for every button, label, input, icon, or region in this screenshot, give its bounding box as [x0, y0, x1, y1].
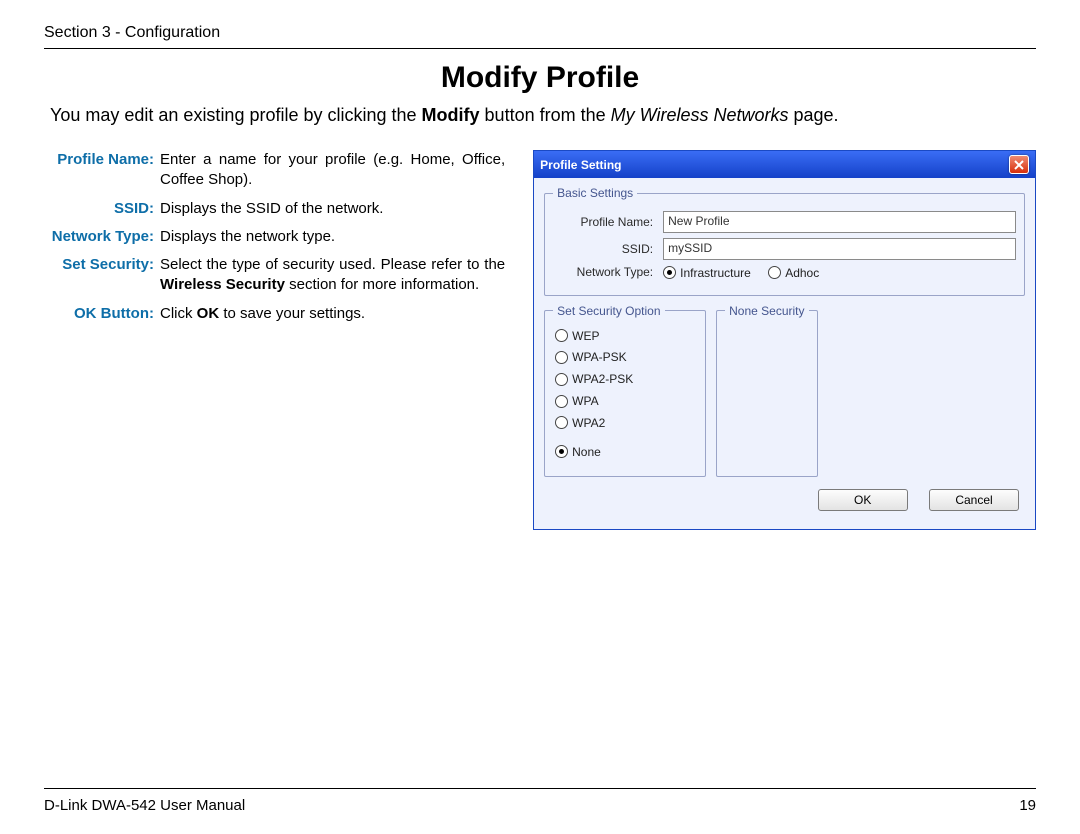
network-type-option[interactable]: Infrastructure — [680, 266, 751, 280]
def-desc-bold: OK — [197, 305, 220, 322]
network-type-radio-adhoc[interactable] — [768, 266, 781, 279]
intro-italic: My Wireless Networks — [611, 105, 789, 125]
close-icon — [1014, 160, 1024, 170]
section-header: Section 3 - Configuration — [44, 24, 1036, 42]
security-radio-wpa2[interactable] — [555, 416, 568, 429]
profile-setting-window: Profile Setting Basic Settings Profile N… — [533, 150, 1036, 530]
security-option[interactable]: WPA2 — [572, 416, 605, 430]
page-number: 19 — [1019, 797, 1036, 814]
cancel-button[interactable]: Cancel — [929, 489, 1019, 511]
def-desc: Displays the network type. — [160, 227, 505, 247]
intro-pre: You may edit an existing profile by clic… — [50, 105, 422, 125]
page-title: Modify Profile — [44, 61, 1036, 95]
def-ok-button: OK Button: Click OK to save your setting… — [50, 304, 505, 324]
def-desc-bold: Wireless Security — [160, 276, 285, 293]
def-desc-post: section for more information. — [285, 276, 479, 293]
def-label: OK Button: — [50, 304, 160, 324]
def-label: Profile Name: — [50, 150, 160, 191]
security-option[interactable]: WPA2-PSK — [572, 372, 633, 386]
security-option-group: Set Security Option WEP WPA-PSK WPA2-PSK… — [544, 304, 706, 477]
def-label: Network Type: — [50, 227, 160, 247]
basic-settings-legend: Basic Settings — [553, 186, 637, 200]
divider-top — [44, 48, 1036, 49]
intro-mid: button from the — [480, 105, 611, 125]
def-ssid: SSID: Displays the SSID of the network. — [50, 199, 505, 219]
security-detail-legend: None Security — [725, 304, 808, 318]
security-option[interactable]: WPA-PSK — [572, 350, 626, 364]
security-detail-group: None Security — [716, 304, 817, 477]
profile-name-label: Profile Name: — [553, 215, 653, 229]
ssid-label: SSID: — [553, 242, 653, 256]
security-radio-wep[interactable] — [555, 329, 568, 342]
def-profile-name: Profile Name: Enter a name for your prof… — [50, 150, 505, 191]
def-desc: Select the type of security used. Please… — [160, 255, 505, 296]
window-title: Profile Setting — [540, 158, 621, 172]
def-set-security: Set Security: Select the type of securit… — [50, 255, 505, 296]
def-network-type: Network Type: Displays the network type. — [50, 227, 505, 247]
def-desc: Displays the SSID of the network. — [160, 199, 505, 219]
security-radio-wpa[interactable] — [555, 395, 568, 408]
divider-bottom — [44, 788, 1036, 789]
ok-button[interactable]: OK — [818, 489, 908, 511]
profile-name-input[interactable]: New Profile — [663, 211, 1016, 233]
basic-settings-group: Basic Settings Profile Name: New Profile… — [544, 186, 1025, 296]
def-desc-pre: Click — [160, 305, 197, 322]
security-option[interactable]: None — [572, 445, 601, 459]
def-label: Set Security: — [50, 255, 160, 296]
network-type-option[interactable]: Adhoc — [785, 266, 819, 280]
security-option[interactable]: WPA — [572, 394, 598, 408]
ssid-input[interactable]: mySSID — [663, 238, 1016, 260]
security-radio-wpa-psk[interactable] — [555, 351, 568, 364]
intro-post: page. — [788, 105, 838, 125]
security-legend: Set Security Option — [553, 304, 664, 318]
intro-paragraph: You may edit an existing profile by clic… — [50, 105, 1036, 126]
definition-list: Profile Name: Enter a name for your prof… — [50, 150, 505, 530]
def-desc: Enter a name for your profile (e.g. Home… — [160, 150, 505, 191]
def-desc-pre: Select the type of security used. Please… — [160, 256, 505, 273]
security-radio-none[interactable] — [555, 445, 568, 458]
intro-bold: Modify — [422, 105, 480, 125]
security-option[interactable]: WEP — [572, 329, 599, 343]
close-button[interactable] — [1009, 155, 1029, 174]
def-label: SSID: — [50, 199, 160, 219]
def-desc: Click OK to save your settings. — [160, 304, 505, 324]
def-desc-post: to save your settings. — [219, 305, 365, 322]
window-titlebar[interactable]: Profile Setting — [534, 151, 1035, 178]
footer-left: D-Link DWA-542 User Manual — [44, 797, 245, 814]
security-radio-wpa2-psk[interactable] — [555, 373, 568, 386]
network-type-label: Network Type: — [553, 265, 653, 279]
network-type-radio-infrastructure[interactable] — [663, 266, 676, 279]
